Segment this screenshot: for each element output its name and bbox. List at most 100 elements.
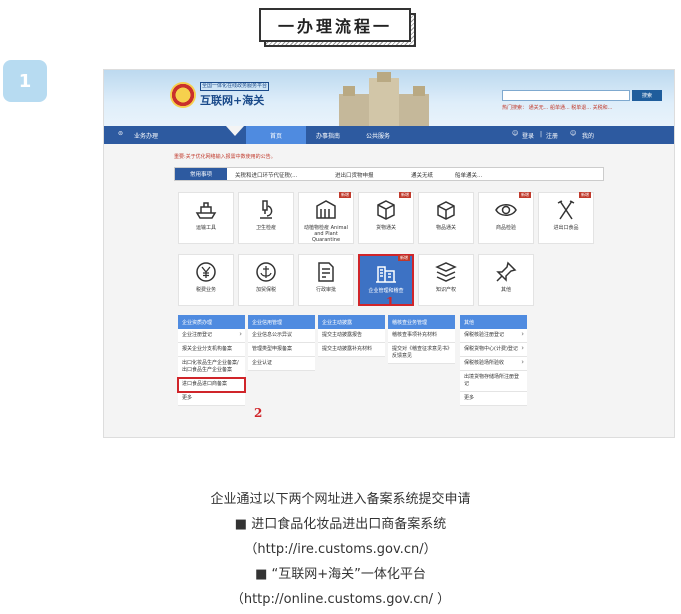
menu-item[interactable]: 提交主动披露报告 xyxy=(318,329,385,343)
tab-item[interactable]: 通关无纸 xyxy=(411,171,433,179)
service-tile-label: 行政审批 xyxy=(315,287,336,293)
menu-circle-icon: ⊜ xyxy=(118,130,124,137)
microscope-icon xyxy=(254,198,278,222)
service-tile-label: 动植物检疫 Animal and Plant Quarantine xyxy=(304,225,348,243)
approval-icon xyxy=(314,260,338,284)
menu-column-header[interactable]: 稽核查业务管理 xyxy=(388,315,455,329)
service-tile[interactable]: 卫生检疫 xyxy=(238,192,294,244)
service-tile[interactable]: 知识产权 xyxy=(418,254,474,306)
nav-guide[interactable]: 办事指南 xyxy=(316,131,340,140)
menu-item[interactable]: 更多 xyxy=(460,392,527,406)
menu-item[interactable]: 报关企业分支机构备案 xyxy=(178,343,245,357)
menu-column-header[interactable]: 其他 xyxy=(460,315,527,329)
cutlery-icon xyxy=(554,198,578,222)
barn-icon xyxy=(314,198,338,222)
service-tile[interactable]: 物品通关 xyxy=(418,192,474,244)
cube-icon xyxy=(374,198,398,222)
user-icon: ☺ xyxy=(512,130,519,137)
service-tile[interactable]: 行政审批 xyxy=(298,254,354,306)
service-tile[interactable]: 税费业务 xyxy=(178,254,234,306)
marker-1: 1 xyxy=(386,295,395,309)
yen-icon xyxy=(194,260,218,284)
tab-item[interactable]: 船单通关... xyxy=(455,171,482,179)
new-badge: 新增 xyxy=(398,255,410,261)
tab-common[interactable]: 常用事项 xyxy=(175,168,227,180)
new-badge: 新增 xyxy=(519,192,531,198)
tab-item[interactable]: 关税和进口环节代征税(... xyxy=(235,171,297,179)
search-input[interactable] xyxy=(502,90,630,101)
marker-2: 2 xyxy=(254,406,263,420)
service-tile-label: 加贸保税 xyxy=(255,287,276,293)
layers-icon xyxy=(434,260,458,284)
menu-column-header[interactable]: 企业信用管理 xyxy=(248,315,315,329)
notice-banner[interactable]: 重要:关于优化网络输入报需中数使用的公告。 xyxy=(174,153,276,160)
service-tile-label: 运输工具 xyxy=(195,225,216,231)
hot-search-links[interactable]: 热门搜索： 通关无... 船单通... 税单退... 关税和... xyxy=(502,104,612,111)
menu-item[interactable]: 保税核验场所验收 xyxy=(460,357,527,371)
service-tile-label: 物品通关 xyxy=(435,225,456,231)
nav-register[interactable]: 注册 xyxy=(546,131,558,140)
search-button[interactable]: 搜索 xyxy=(632,90,662,101)
box-icon xyxy=(434,198,458,222)
nav-business[interactable]: 业务办理 xyxy=(134,131,158,140)
menu-column-header[interactable]: 企业主动披露 xyxy=(318,315,385,329)
tab-item[interactable]: 进出口货物申报 xyxy=(335,171,374,179)
menu-item[interactable]: 出境货物存储场所注册登记 xyxy=(460,371,527,392)
menu-item[interactable]: 提交对《稽查征求意见书》反馈意见 xyxy=(388,343,455,364)
service-tile[interactable]: 加贸保税 xyxy=(238,254,294,306)
service-tile-label: 税费业务 xyxy=(195,287,216,293)
menu-column: 企业信用管理 企业信息公示异议 管理类型申报备案 企业认证 xyxy=(248,315,315,371)
menu-item[interactable]: 稽核查事项补充材料 xyxy=(388,329,455,343)
main-nav: 业务办理 ⊜ 首页 办事指南 公共服务 ☺ 登录 | 注册 ☺ 我的 xyxy=(104,126,674,144)
new-badge: 新增 xyxy=(579,192,591,198)
service-tile-label: 卫生检疫 xyxy=(255,225,276,231)
nav-home[interactable]: 首页 xyxy=(246,126,306,144)
service-tile-label: 其他 xyxy=(500,287,511,293)
menu-item[interactable]: 出口化妆品生产企业备案/出口食品生产企业备案 xyxy=(178,357,245,378)
eye-icon xyxy=(494,198,518,222)
common-items-bar: 常用事项 关税和进口环节代征税(... 进出口货物申报 通关无纸 船单通关... xyxy=(174,167,604,181)
service-tile[interactable]: 进出口食品 新增 xyxy=(538,192,594,244)
caption-link-2[interactable]: （http://online.customs.gov.cn/ ） xyxy=(0,588,681,607)
menu-item[interactable]: 管理类型申报备案 xyxy=(248,343,315,357)
service-tile-label: 货物通关 xyxy=(375,225,396,231)
menu-item[interactable]: 提交主动披露补充材料 xyxy=(318,343,385,357)
site-header: 全国一体化在线政务服务平台 互联网+海关 搜索 热门搜索： 通关无... 船单通… xyxy=(104,70,674,126)
service-tile[interactable]: 运输工具 xyxy=(178,192,234,244)
nav-login[interactable]: 登录 xyxy=(522,131,534,140)
service-tile-label: 进出口食品 xyxy=(553,225,579,231)
portal-screenshot: 全国一体化在线政务服务平台 互联网+海关 搜索 热门搜索： 通关无... 船单通… xyxy=(103,69,675,438)
nav-public[interactable]: 公共服务 xyxy=(366,131,390,140)
customs-emblem-icon xyxy=(170,82,196,108)
menu-item[interactable]: 企业信息公示异议 xyxy=(248,329,315,343)
caption-line-4: ■ “互联网+海关”一体化平台 xyxy=(255,567,426,582)
logo-subtitle: 全国一体化在线政务服务平台 xyxy=(200,82,270,91)
ship-icon xyxy=(194,198,218,222)
menu-column: 企业资质办理企业注册登记报关企业分支机构备案出口化妆品生产企业备案/出口食品生产… xyxy=(177,315,246,406)
service-tile-label: 商品检验 xyxy=(495,225,516,231)
service-tile[interactable]: 动植物检疫 Animal and Plant Quarantine 新增 xyxy=(298,192,354,244)
service-tile[interactable]: 其他 xyxy=(478,254,534,306)
logo-title[interactable]: 互联网+海关 xyxy=(200,92,264,108)
caption-link-1[interactable]: （http://ire.customs.gov.cn/） xyxy=(0,538,681,557)
building-illustration xyxy=(329,72,439,126)
menu-item[interactable]: 保税核验注册登记 xyxy=(460,329,527,343)
section-title: 一办理流程一 xyxy=(259,8,411,42)
anchor-icon xyxy=(254,260,278,284)
menu-item[interactable]: 更多 xyxy=(178,392,245,406)
nav-mine[interactable]: 我的 xyxy=(582,131,594,140)
menu-item[interactable]: 企业注册登记 xyxy=(178,329,245,343)
menu-item[interactable]: 企业认证 xyxy=(248,357,315,371)
menu-column: 其他保税核验注册登记保税货物中心(计费)登记保税核验场所验收出境货物存储场所注册… xyxy=(460,315,527,406)
service-tile[interactable]: 商品检验 新增 xyxy=(478,192,534,244)
pin-icon xyxy=(494,260,518,284)
service-tile-label: 企业管理和稽查 xyxy=(368,288,404,294)
menu-column: 稽核查业务管理 稽核查事项补充材料 提交对《稽查征求意见书》反馈意见 xyxy=(388,315,455,364)
menu-column-header[interactable]: 企业资质办理 xyxy=(178,315,245,329)
nav-notch xyxy=(226,126,244,136)
person-icon: ☺ xyxy=(570,130,577,137)
service-tile[interactable]: 货物通关 新增 xyxy=(358,192,414,244)
menu-column: 企业主动披露 提交主动披露报告 提交主动披露补充材料 xyxy=(318,315,385,357)
menu-item[interactable]: 保税货物中心(计费)登记 xyxy=(460,343,527,357)
menu-item[interactable]: 进口食品进口商备案 xyxy=(177,377,246,393)
